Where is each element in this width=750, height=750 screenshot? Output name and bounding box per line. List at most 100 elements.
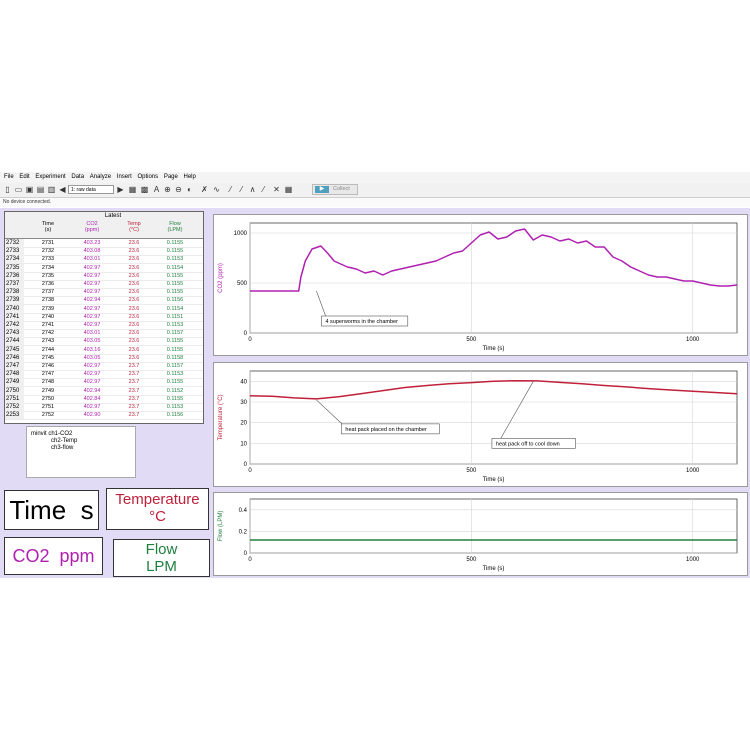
table-cell-t[interactable]: 2748: [30, 378, 66, 386]
table-cell-temp[interactable]: 23.7: [115, 411, 153, 419]
arrow-left-icon[interactable]: ◀: [58, 185, 67, 194]
table-cell-flow[interactable]: 0.1155: [155, 395, 195, 403]
table-cell-temp[interactable]: 23.6: [115, 329, 153, 337]
table-cell-flow[interactable]: 0.1156: [155, 296, 195, 304]
table-cell-t[interactable]: 2744: [30, 346, 66, 354]
zoom-out-icon[interactable]: ⊖: [174, 185, 183, 194]
table-cell-co2[interactable]: 402.97: [72, 321, 112, 329]
table-row[interactable]: 2253 2752 402.90 23.7 0.1156: [5, 411, 203, 421]
menu-help[interactable]: Help: [184, 174, 196, 180]
table-cell-t[interactable]: 2740: [30, 313, 66, 321]
table-cell-co2[interactable]: 403.16: [72, 346, 112, 354]
table-cell-t[interactable]: 2732: [30, 247, 66, 255]
table-cell-flow[interactable]: 0.1155: [155, 280, 195, 288]
table-cell-flow[interactable]: 0.1151: [155, 313, 195, 321]
open-file-icon[interactable]: ▭: [14, 185, 23, 194]
table-cell-flow[interactable]: 0.1158: [155, 354, 195, 362]
co2-graph[interactable]: 0 500 1000 0 500 1000 Time (s) CO2 (ppm) 4 super…: [213, 214, 748, 356]
menu-options[interactable]: Options: [137, 174, 158, 180]
save-icon[interactable]: ▣: [25, 185, 34, 194]
table-cell-temp[interactable]: 23.6: [115, 239, 153, 247]
curve-fit-icon[interactable]: ∧: [248, 185, 257, 194]
page-icon[interactable]: ▥: [47, 185, 56, 194]
table-icon[interactable]: ▦: [128, 185, 137, 194]
table-cell-co2[interactable]: 402.97: [72, 403, 112, 411]
table-cell-co2[interactable]: 402.94: [72, 387, 112, 395]
table-cell-temp[interactable]: 23.7: [115, 370, 153, 378]
table-cell-flow[interactable]: 0.1155: [155, 247, 195, 255]
table-cell-co2[interactable]: 402.97: [72, 264, 112, 272]
table-cell-temp[interactable]: 23.6: [115, 337, 153, 345]
zoom-in-icon[interactable]: ⊕: [163, 185, 172, 194]
table-cell-co2[interactable]: 403.08: [72, 247, 112, 255]
table-cell-temp[interactable]: 23.6: [115, 305, 153, 313]
flow-graph[interactable]: 0 500 1000 0 0.2 0.4 Time (s) Flow (LPM): [213, 492, 748, 576]
table-cell-flow[interactable]: 0.1157: [155, 362, 195, 370]
table-cell-co2[interactable]: 403.23: [72, 239, 112, 247]
table-cell-co2[interactable]: 403.05: [72, 337, 112, 345]
table-cell-t[interactable]: 2733: [30, 255, 66, 263]
table-cell-temp[interactable]: 23.6: [115, 264, 153, 272]
table-cell-co2[interactable]: 402.97: [72, 288, 112, 296]
examine-icon[interactable]: ✗: [200, 185, 209, 194]
table-cell-flow[interactable]: 0.1157: [155, 329, 195, 337]
table-cell-co2[interactable]: 402.97: [72, 370, 112, 378]
new-file-icon[interactable]: ▯: [3, 185, 12, 194]
table-cell-t[interactable]: 2736: [30, 280, 66, 288]
table-cell-temp[interactable]: 23.6: [115, 321, 153, 329]
col-header-flow[interactable]: Flow (LPM): [155, 221, 195, 233]
table-cell-temp[interactable]: 23.7: [115, 387, 153, 395]
table-cell-temp[interactable]: 23.6: [115, 313, 153, 321]
table-cell-t[interactable]: 2742: [30, 329, 66, 337]
menu-experiment[interactable]: Experiment: [35, 174, 65, 180]
menu-insert[interactable]: Insert: [117, 174, 132, 180]
table-cell-flow[interactable]: 0.1155: [155, 288, 195, 296]
table-cell-flow[interactable]: 0.1155: [155, 346, 195, 354]
table-cell-flow[interactable]: 0.1153: [155, 403, 195, 411]
table-cell-co2[interactable]: 402.97: [72, 280, 112, 288]
table-cell-temp[interactable]: 23.7: [115, 378, 153, 386]
model-icon[interactable]: ✕: [272, 185, 281, 194]
graph-options-icon[interactable]: ▦: [284, 185, 293, 194]
table-cell-t[interactable]: 2750: [30, 395, 66, 403]
table-cell-t[interactable]: 2751: [30, 403, 66, 411]
col-header-co2[interactable]: CO2 (ppm): [72, 221, 112, 233]
table-cell-temp[interactable]: 23.7: [115, 395, 153, 403]
menu-edit[interactable]: Edit: [19, 174, 29, 180]
tangent-icon[interactable]: ∿: [212, 185, 221, 194]
table-cell-flow[interactable]: 0.1153: [155, 370, 195, 378]
table-cell-temp[interactable]: 23.7: [115, 403, 153, 411]
table-cell-flow[interactable]: 0.1156: [155, 411, 195, 419]
data-set-select[interactable]: 1: raw data: [68, 185, 114, 194]
table-cell-co2[interactable]: 403.05: [72, 354, 112, 362]
table-cell-flow[interactable]: 0.1153: [155, 321, 195, 329]
table-cell-flow[interactable]: 0.1155: [155, 239, 195, 247]
table-cell-t[interactable]: 2738: [30, 296, 66, 304]
table-cell-co2[interactable]: 402.97: [72, 272, 112, 280]
integral-icon[interactable]: ⁄: [259, 185, 268, 194]
text-annotation-icon[interactable]: A: [152, 185, 161, 194]
table-cell-t[interactable]: 2752: [30, 411, 66, 419]
table-cell-co2[interactable]: 402.90: [72, 411, 112, 419]
table-cell-t[interactable]: 2743: [30, 337, 66, 345]
calculator-icon[interactable]: ▩: [140, 185, 149, 194]
table-cell-t[interactable]: 2737: [30, 288, 66, 296]
table-cell-t[interactable]: 2731: [30, 239, 66, 247]
statistics-icon[interactable]: ⁄: [226, 185, 235, 194]
table-cell-flow[interactable]: 0.1154: [155, 264, 195, 272]
table-cell-co2[interactable]: 402.94: [72, 296, 112, 304]
table-cell-temp[interactable]: 23.6: [115, 255, 153, 263]
table-cell-temp[interactable]: 23.6: [115, 354, 153, 362]
col-header-time[interactable]: Time (s): [30, 221, 66, 233]
table-cell-flow[interactable]: 0.1152: [155, 387, 195, 395]
autoscale-icon[interactable]: ◐: [185, 185, 194, 194]
temperature-graph[interactable]: 0 500 1000 0 10 20 30 40 Time (s) Temperature (°C…: [213, 362, 748, 487]
table-cell-co2[interactable]: 402.97: [72, 362, 112, 370]
menu-data[interactable]: Data: [71, 174, 84, 180]
table-cell-temp[interactable]: 23.6: [115, 280, 153, 288]
table-cell-t[interactable]: 2749: [30, 387, 66, 395]
table-cell-flow[interactable]: 0.1155: [155, 337, 195, 345]
print-icon[interactable]: ▤: [36, 185, 45, 194]
table-cell-co2[interactable]: 403.01: [72, 255, 112, 263]
table-cell-flow[interactable]: 0.1155: [155, 378, 195, 386]
